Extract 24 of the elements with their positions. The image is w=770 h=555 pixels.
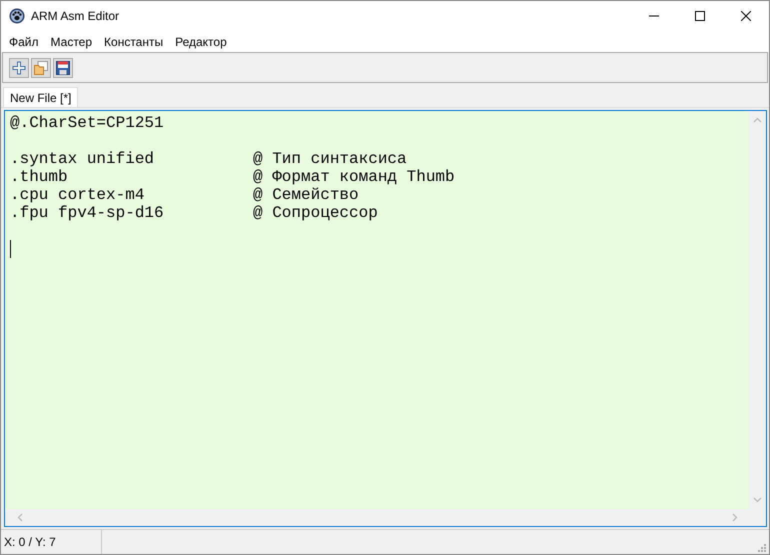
close-icon [741,11,751,21]
paw-icon [9,8,25,24]
code-text: .thumb [10,168,69,186]
code-text: .fpu fpv4-sp-d16 [10,204,165,222]
code-comment: @ Формат команд Thumb [253,168,455,186]
code-comment: @ Тип синтаксиса [253,150,407,168]
cursor-position: X: 0 / Y: 7 [1,530,102,554]
resize-grip-icon [758,544,766,552]
menu-item[interactable]: Файл [3,34,45,48]
code-editor[interactable]: @.CharSet=CP1251 .syntax unified @ Тип синтаксиса .thumb @ Формат команд Thumb .cpu cortex-m4 @ Семейство .fpu fpv4-sp-d16 @ Сопроцессор [4,110,767,527]
menu-item[interactable]: Константы [98,34,170,48]
code-text: .cpu cortex-m4 [10,186,146,204]
file-tab[interactable]: New File [*] [3,87,78,107]
save-button[interactable] [53,58,73,78]
maximize-icon [695,11,705,21]
menu-item[interactable]: Редактор [169,34,233,48]
code-comment: @ Сопроцессор [253,204,378,222]
menu-item[interactable]: Мастер [44,34,98,48]
code-comment: @ Семейство [253,186,359,204]
new-file-button[interactable] [9,58,29,78]
text-cursor [10,240,11,258]
code-text: @.CharSet=CP1251 [10,114,165,132]
window-title: ARM Asm Editor [31,9,120,23]
code-text: .syntax unified [10,150,156,168]
